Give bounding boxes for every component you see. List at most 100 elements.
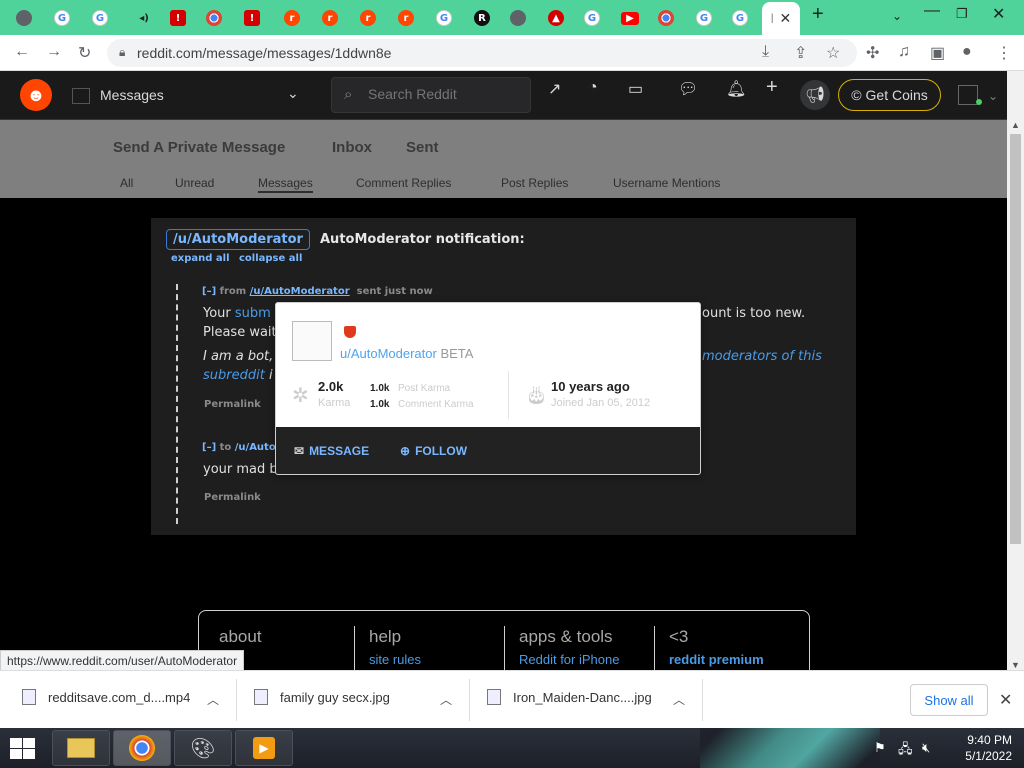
subtab-unread[interactable]: Unread [175,176,214,190]
tab[interactable] [504,6,532,30]
download-item[interactable]: redditsave.com_d....mp4 [22,689,190,705]
user-avatar[interactable] [292,321,332,361]
hovercard-username[interactable]: u/AutoModerator BETA [340,346,473,361]
reload-icon[interactable]: ↻ [78,43,91,63]
permalink-link[interactable]: Permalink [204,492,261,503]
moderators-link[interactable]: moderators of this [702,349,822,364]
action-center-icon[interactable]: ⚑ [874,740,886,756]
download-item[interactable]: Iron_Maiden-Danc....jpg [487,689,652,705]
tab[interactable]: ▶ [616,6,644,30]
message-button[interactable]: ✉ MESSAGE [294,444,369,458]
volume-muted-icon[interactable]: 🔇︎ [922,740,930,756]
tab[interactable]: r [278,6,306,30]
tab[interactable] [10,6,38,30]
tab-close-icon[interactable]: ✕ [779,10,791,27]
footer-link-site-rules[interactable]: site rules [369,652,421,667]
popular-icon[interactable]: ↗ [548,79,561,99]
collapse-toggle[interactable]: [–] [202,442,216,453]
chevron-up-icon[interactable]: ︿ [440,691,452,708]
bookmark-star-icon[interactable]: ☆ [826,43,840,63]
address-bar[interactable]: 🔒︎ reddit.com/message/messages/1ddwn8e [107,39,857,67]
forward-icon[interactable]: → [46,43,62,61]
media-player-icon[interactable]: ▶ [235,730,293,766]
collapse-all-link[interactable]: collapse all [239,253,302,264]
chevron-up-icon[interactable]: ︿ [207,691,219,708]
subtab-all[interactable]: All [120,176,133,190]
tab[interactable]: r [354,6,382,30]
sender-link[interactable]: /u/AutoModerator [166,229,310,250]
paint-icon[interactable]: 🎨︎ [174,730,232,766]
subtab-messages[interactable]: Messages [258,176,313,193]
video-icon[interactable]: ▭ [628,79,643,99]
advertise-icon[interactable]: 📢︎ [800,80,830,110]
chevron-up-icon[interactable]: ︿ [673,691,685,708]
chrome-taskbar-icon[interactable] [113,730,171,766]
restore-icon[interactable]: ❐ [956,6,968,22]
menu-icon[interactable]: ⋮ [996,43,1012,63]
notification-icon[interactable]: 🔔︎ [726,79,746,99]
share-icon[interactable]: ⇪ [794,43,807,63]
tab[interactable]: ◂) [130,6,158,30]
tab[interactable]: G [86,6,114,30]
profile-icon[interactable]: ● [962,43,972,61]
chevron-down-icon[interactable]: ⌄ [988,89,998,103]
tab[interactable] [652,6,680,30]
recipient-link[interactable]: /u/Auto [235,442,276,453]
subtab-comment-replies[interactable]: Comment Replies [356,176,451,190]
create-post-icon[interactable]: + [766,76,778,99]
active-tab[interactable]: | ✕ [762,2,800,35]
tab[interactable]: R [468,6,496,30]
close-icon[interactable]: ✕ [999,690,1012,710]
tab[interactable]: ! [164,6,192,30]
avatar[interactable] [958,85,978,105]
tab[interactable]: ! [238,6,266,30]
scroll-thumb[interactable] [1010,134,1021,544]
tab-search-chevron-icon[interactable]: ⌄ [892,9,902,23]
reddit-logo-icon[interactable]: ☻ [20,79,52,111]
submission-link[interactable]: subm [235,306,271,321]
system-clock[interactable]: 9:40 PM 5/1/2022 [952,732,1012,764]
subtab-post-replies[interactable]: Post Replies [501,176,568,190]
new-tab-icon[interactable]: + [812,3,824,26]
expand-all-link[interactable]: expand all [171,253,230,264]
scroll-down-icon[interactable]: ▼ [1011,660,1020,670]
tab[interactable]: r [392,6,420,30]
footer-link-reddit-iphone[interactable]: Reddit for iPhone [519,652,619,667]
tab[interactable]: G [578,6,606,30]
show-all-button[interactable]: Show all [910,684,988,716]
search-box[interactable]: ⌕ [331,77,531,113]
stats-icon[interactable]: ◔ [588,79,598,97]
subtab-username-mentions[interactable]: Username Mentions [613,176,720,190]
download-item[interactable]: family guy secx.jpg [254,689,390,705]
chevron-down-icon[interactable]: ⌄ [287,85,299,102]
section-dropdown[interactable]: Messages [72,87,164,105]
minimize-icon[interactable]: — [924,2,940,20]
scroll-up-icon[interactable]: ▲ [1011,120,1020,130]
follow-button[interactable]: ⊕ FOLLOW [400,444,467,458]
side-panel-icon[interactable]: ▣ [930,43,945,63]
chat-icon[interactable]: 💬︎ [678,79,698,99]
window-close-icon[interactable]: ✕ [992,4,1005,24]
permalink-link[interactable]: Permalink [204,399,261,410]
tab[interactable]: r [316,6,344,30]
network-icon[interactable]: 🖧︎ [898,740,913,762]
tab-sent[interactable]: Sent [406,139,439,156]
author-link[interactable]: /u/AutoModerator [250,286,350,297]
tab[interactable]: ▲ [542,6,570,30]
collapse-toggle[interactable]: [–] [202,286,216,297]
tab[interactable]: G [690,6,718,30]
page-scrollbar[interactable]: ▲ ▼ [1007,120,1024,670]
footer-link-premium[interactable]: reddit premium [669,652,764,667]
install-icon[interactable]: ⤓ [762,43,769,61]
get-coins-button[interactable]: © Get Coins [838,79,941,111]
media-icon[interactable]: ♫ [898,43,910,61]
tab[interactable] [200,6,228,30]
extensions-icon[interactable]: ✣ [866,43,879,63]
tab[interactable]: G [430,6,458,30]
windows-start-icon[interactable] [8,736,36,760]
file-explorer-icon[interactable] [52,730,110,766]
subreddit-link[interactable]: subreddit [203,368,265,383]
tab[interactable]: G [726,6,754,30]
search-input[interactable] [368,86,518,102]
tab[interactable]: G [48,6,76,30]
